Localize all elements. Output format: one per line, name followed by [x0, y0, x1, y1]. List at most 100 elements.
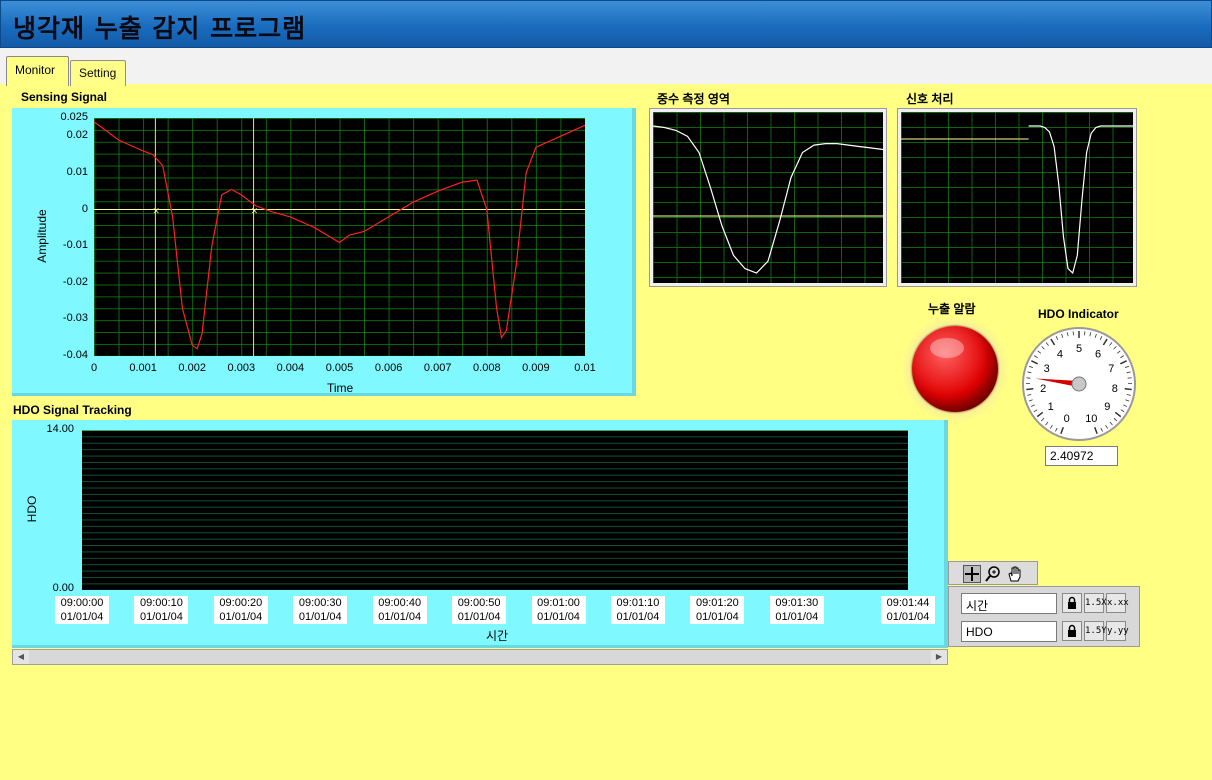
tab-monitor[interactable]: Monitor [6, 56, 69, 86]
tab-strip: Monitor Setting [0, 48, 1212, 86]
crosshair-icon [965, 567, 979, 581]
sensing-y-tick: 0 [81, 202, 88, 215]
x-scale-name-field[interactable]: 시간 [961, 593, 1057, 614]
gauge-tick-label: 9 [1104, 401, 1110, 413]
hdo-x-tick-date: 01/01/04 [886, 611, 930, 623]
alarm-bulb [912, 326, 998, 412]
gauge-tick-label: 0 [1064, 413, 1070, 425]
lock-icon [1068, 624, 1076, 637]
gauge-hub [1071, 376, 1087, 392]
signal-processing-svg [901, 125, 1133, 275]
pan-tool[interactable] [1006, 565, 1024, 583]
hdo-x-tick: 09:00:30 01/01/04 [293, 596, 348, 624]
y-lock-button[interactable] [1062, 621, 1082, 641]
scroll-right-arrow[interactable]: ▶ [931, 650, 947, 664]
x-autoscale-button[interactable]: 1.5X [1084, 593, 1107, 613]
hand-icon [1008, 566, 1021, 582]
hdo-x-tick-time: 09:01:20 [695, 597, 739, 609]
gauge-tick-label: 1 [1048, 401, 1054, 413]
sensing-y-tick: -0.02 [62, 275, 88, 288]
y-format-button[interactable]: y.yy [1106, 621, 1129, 641]
gauge-tick-label: 10 [1085, 413, 1097, 425]
sensing-x-label: Time [327, 381, 354, 395]
hdo-x-tick-time: 09:01:44 [886, 597, 930, 609]
hdo-x-tick: 09:01:00 01/01/04 [531, 596, 586, 624]
measurement-region-line [653, 125, 883, 274]
y-scale-name-field[interactable]: HDO [961, 621, 1057, 642]
sensing-plot-area[interactable]: × × [94, 118, 585, 356]
sensing-x-tick: 0.006 [374, 362, 403, 374]
gauge-tick [1124, 388, 1132, 391]
hdo-x-tick-date: 01/01/04 [616, 611, 660, 623]
hdo-x-tick: 09:00:50 01/01/04 [452, 596, 507, 624]
hdo-x-tick-date: 01/01/04 [537, 611, 580, 623]
sensing-y-tick: -0.01 [62, 239, 88, 252]
hdo-gauge-svg: 012 34 5 67 89 10 [1022, 327, 1136, 441]
measurement-region-label: 중수 측정 영역 [657, 92, 730, 106]
scale-legend: 시간 1.5X x.xx HDO 1.5Y y.yy [948, 586, 1140, 647]
hdo-x-tick: 09:00:00 01/01/04 [55, 596, 109, 624]
gauge-tick-label: 3 [1044, 363, 1050, 375]
sensing-x-tick: 0.007 [423, 362, 452, 374]
gauge-tick-label: 2 [1040, 383, 1046, 395]
hdo-x-tick-time: 09:00:20 [219, 597, 263, 609]
hdo-x-tick-time: 09:00:00 [60, 597, 104, 609]
hdo-x-tick: 09:01:30 01/01/04 [769, 596, 824, 624]
cursor-move-tool[interactable] [963, 565, 981, 583]
hdo-x-tick-date: 01/01/04 [695, 611, 739, 623]
sensing-signal-label: Sensing Signal [21, 90, 108, 104]
hdo-indicator-label: HDO Indicator [1038, 307, 1119, 321]
hdo-tracking-label: HDO Signal Tracking [13, 403, 132, 417]
hdo-tracking-plot-area[interactable] [82, 430, 908, 590]
sensing-y-tick: -0.04 [62, 349, 88, 361]
signal-processing-plot[interactable] [901, 112, 1133, 283]
sensing-y-label: Amplitude [35, 209, 49, 263]
y-autoscale-button[interactable]: 1.5Y [1084, 621, 1107, 641]
hdo-x-tick-time: 09:00:50 [457, 597, 501, 609]
cursor-marker-1[interactable]: × [152, 207, 160, 217]
hdo-x-tick: 09:01:10 01/01/04 [610, 596, 665, 624]
alarm-highlight [930, 338, 964, 358]
leak-alarm-led [902, 316, 1008, 422]
hdo-y-min: 0.00 [52, 582, 74, 594]
gauge-tick-label: 6 [1095, 348, 1101, 360]
signal-processing-line [1028, 125, 1133, 275]
x-lock-button[interactable] [1062, 593, 1082, 613]
hdo-x-tick-time: 09:00:10 [140, 597, 183, 609]
hdo-x-tick: 09:00:10 01/01/04 [134, 596, 189, 624]
hdo-x-tick-date: 01/01/04 [298, 611, 342, 623]
sensing-x-tick: 0.01 [574, 362, 596, 374]
sensing-x-tick: 0.009 [522, 362, 550, 374]
hdo-x-tick-date: 01/01/04 [219, 611, 263, 623]
gauge-tick-label: 5 [1076, 343, 1082, 355]
leak-alarm-label: 누출 알람 [928, 302, 976, 316]
graph-palette [948, 561, 1038, 585]
sensing-signal-line [94, 121, 585, 350]
sensing-y-tick: 0.01 [66, 165, 88, 178]
x-format-button[interactable]: x.xx [1106, 593, 1129, 613]
sensing-x-tick: 0.002 [178, 362, 206, 374]
measurement-region-svg [653, 125, 883, 274]
measurement-region-plot[interactable] [653, 112, 883, 283]
hdo-x-tick: 09:01:20 01/01/04 [690, 596, 745, 624]
tab-setting[interactable]: Setting [70, 60, 126, 86]
signal-processing-label: 신호 처리 [906, 92, 954, 106]
sensing-y-tick: 0.02 [66, 129, 88, 142]
hdo-x-tick-time: 09:00:30 [298, 597, 342, 609]
hdo-gauge: 0 1 2 3 4 5 6 7 8 9 10 [1020, 325, 1138, 443]
horizontal-scrollbar[interactable]: ◀ ▶ [12, 649, 948, 665]
measurement-region-graph [649, 108, 887, 287]
hdo-x-label: 시간 [486, 629, 509, 643]
hdo-x-tick-date: 01/01/04 [775, 611, 819, 623]
cursor-marker-2[interactable]: × [251, 207, 259, 217]
title-bar: 냉각재 누출 감지 프로그램 [0, 0, 1212, 48]
sensing-y-tick: 0.025 [60, 111, 88, 123]
zoom-tool[interactable] [984, 565, 1002, 583]
hdo-x-tick-date: 01/01/04 [457, 611, 501, 623]
signal-processing-graph [897, 108, 1137, 287]
sensing-x-tick: 0.001 [129, 362, 157, 374]
scroll-left-arrow[interactable]: ◀ [13, 650, 29, 664]
hdo-x-tick-time: 09:00:40 [378, 597, 422, 609]
hdo-y-max: 14.00 [46, 423, 74, 435]
hdo-y-label: HDO [25, 495, 39, 523]
